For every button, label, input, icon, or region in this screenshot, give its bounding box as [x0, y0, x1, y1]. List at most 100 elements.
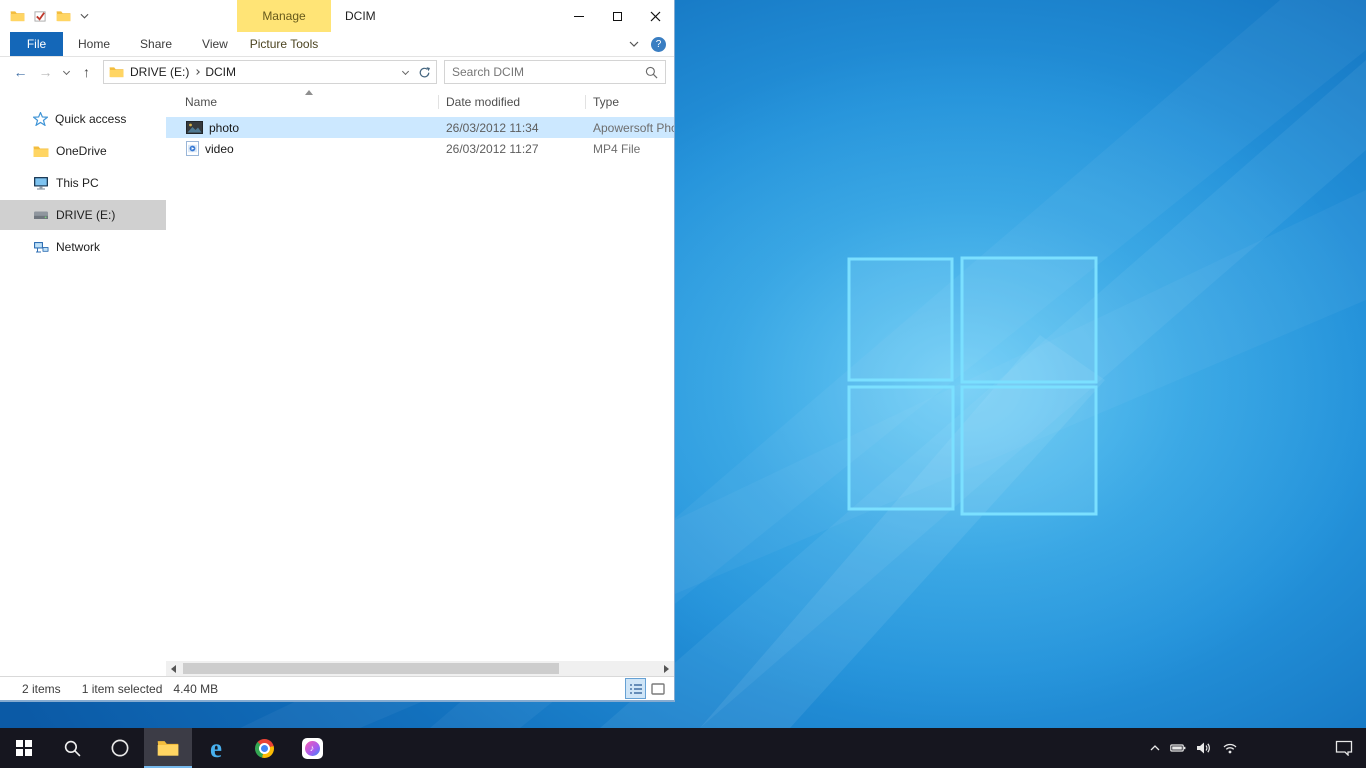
- sidebar-item-label: Quick access: [55, 112, 126, 126]
- file-type: Apowersoft Pho: [585, 121, 674, 135]
- music-note-icon: ♪: [305, 741, 320, 756]
- address-bar-row: ← → ↑ DRIVE (E:) DCIM: [0, 57, 674, 87]
- taskbar-edge-button[interactable]: e: [192, 728, 240, 768]
- column-separator[interactable]: [438, 95, 439, 109]
- details-view-button[interactable]: [626, 679, 645, 698]
- file-date-modified: 26/03/2012 11:27: [438, 142, 585, 156]
- scroll-left-arrow[interactable]: [166, 661, 181, 676]
- maximize-button[interactable]: [598, 0, 636, 32]
- search-input[interactable]: [452, 65, 645, 79]
- sidebar-item-quick-access[interactable]: Quick access: [0, 104, 166, 134]
- sidebar-item-network[interactable]: Network: [0, 232, 166, 262]
- sidebar-item-label: Network: [56, 240, 100, 254]
- action-center-icon: [1335, 740, 1353, 756]
- forward-button[interactable]: →: [33, 64, 58, 80]
- column-header-type[interactable]: Type: [585, 95, 674, 109]
- help-button[interactable]: ?: [651, 37, 666, 52]
- ribbon-right-controls: ?: [629, 32, 666, 56]
- file-type: MP4 File: [585, 142, 674, 156]
- large-icons-view-button[interactable]: [648, 679, 667, 698]
- drive-icon: [33, 209, 49, 221]
- action-center-button[interactable]: [1335, 728, 1353, 768]
- maximize-icon: [613, 12, 622, 21]
- search-box[interactable]: [444, 60, 666, 84]
- manage-contextual-group[interactable]: Manage: [237, 0, 331, 32]
- sort-ascending-icon: [305, 90, 313, 95]
- file-list-area: Name Date modified Type photo 26/03/2012…: [166, 87, 674, 676]
- selection-count: 1 item selected: [82, 682, 163, 696]
- selection-size: 4.40 MB: [173, 682, 218, 696]
- minimize-button[interactable]: [560, 0, 598, 32]
- tab-view[interactable]: View: [187, 32, 243, 56]
- breadcrumb-drive[interactable]: DRIVE (E:): [124, 65, 195, 79]
- explorer-main: Quick access OneDrive This PC DRIVE (E:)…: [0, 87, 674, 676]
- back-button[interactable]: ←: [8, 64, 33, 80]
- up-button[interactable]: ↑: [74, 64, 99, 80]
- sidebar-item-onedrive[interactable]: OneDrive: [0, 136, 166, 166]
- star-icon: [33, 112, 48, 126]
- file-name: video: [205, 142, 234, 156]
- column-header-date-modified[interactable]: Date modified: [438, 95, 585, 109]
- battery-icon[interactable]: [1170, 742, 1186, 754]
- wifi-icon[interactable]: [1222, 742, 1238, 754]
- window-controls: [560, 0, 674, 32]
- close-button[interactable]: [636, 0, 674, 32]
- sidebar-item-this-pc[interactable]: This PC: [0, 168, 166, 198]
- file-explorer-folder-icon: [157, 739, 179, 757]
- new-folder-icon[interactable]: [56, 10, 71, 22]
- cortana-circle-icon: [111, 739, 129, 757]
- tab-file[interactable]: File: [10, 32, 63, 56]
- items-count: 2 items: [22, 682, 61, 696]
- video-file-icon: [186, 141, 199, 156]
- address-dropdown-chevron-icon[interactable]: [397, 71, 413, 74]
- manage-label: Manage: [262, 9, 305, 23]
- taskbar-search-button[interactable]: [48, 728, 96, 768]
- details-view-icon: [629, 683, 643, 695]
- ribbon-tab-row: File Home Share View Picture Tools ?: [0, 32, 674, 57]
- start-button[interactable]: [0, 728, 48, 768]
- sidebar-item-label: OneDrive: [56, 144, 107, 158]
- edge-icon: e: [210, 735, 222, 762]
- navigation-pane: Quick access OneDrive This PC DRIVE (E:)…: [0, 87, 166, 676]
- cortana-button[interactable]: [96, 728, 144, 768]
- properties-check-icon[interactable]: [34, 10, 47, 22]
- horizontal-scrollbar[interactable]: [166, 661, 674, 676]
- customize-qat-chevron-icon[interactable]: [80, 13, 89, 19]
- file-date-modified: 26/03/2012 11:34: [438, 121, 585, 135]
- minimize-icon: [574, 16, 584, 17]
- scrollbar-thumb[interactable]: [183, 663, 559, 674]
- tab-picture-tools[interactable]: Picture Tools: [237, 32, 331, 56]
- view-toggles: [626, 679, 667, 698]
- search-icon[interactable]: [645, 66, 658, 79]
- file-row-video[interactable]: video 26/03/2012 11:27 MP4 File: [166, 138, 674, 159]
- taskbar-file-explorer-button[interactable]: [144, 728, 192, 768]
- taskbar-itunes-button[interactable]: ♪: [288, 728, 336, 768]
- status-bar: 2 items 1 item selected 4.40 MB: [0, 676, 674, 700]
- address-bar[interactable]: DRIVE (E:) DCIM: [103, 60, 437, 84]
- taskbar-chrome-button[interactable]: [240, 728, 288, 768]
- system-tray: [1150, 728, 1238, 768]
- sidebar-item-label: DRIVE (E:): [56, 208, 115, 222]
- folder-icon[interactable]: [10, 10, 25, 22]
- sidebar-item-drive-e[interactable]: DRIVE (E:): [0, 200, 166, 230]
- expand-ribbon-chevron-icon[interactable]: [629, 41, 639, 47]
- recent-locations-chevron-icon[interactable]: [58, 71, 74, 74]
- hidden-icons-chevron-icon[interactable]: [1150, 745, 1160, 751]
- tab-home[interactable]: Home: [63, 32, 125, 56]
- refresh-icon[interactable]: [418, 66, 431, 79]
- tab-share[interactable]: Share: [125, 32, 187, 56]
- title-bar[interactable]: Manage DCIM: [0, 0, 674, 32]
- column-headers: Name Date modified Type: [166, 87, 674, 117]
- column-separator[interactable]: [585, 95, 586, 109]
- large-icons-view-icon: [651, 683, 665, 695]
- breadcrumb-dcim[interactable]: DCIM: [199, 65, 242, 79]
- screen: Manage DCIM File Home Share View Picture…: [0, 0, 1366, 768]
- close-icon: [650, 11, 661, 22]
- column-header-name[interactable]: Name: [166, 95, 438, 109]
- quick-access-toolbar: [0, 10, 89, 22]
- taskbar: e ♪: [0, 728, 1366, 768]
- scroll-right-arrow[interactable]: [659, 661, 674, 676]
- volume-icon[interactable]: [1196, 741, 1212, 755]
- file-row-photo[interactable]: photo 26/03/2012 11:34 Apowersoft Pho: [166, 117, 674, 138]
- network-icon: [33, 241, 49, 254]
